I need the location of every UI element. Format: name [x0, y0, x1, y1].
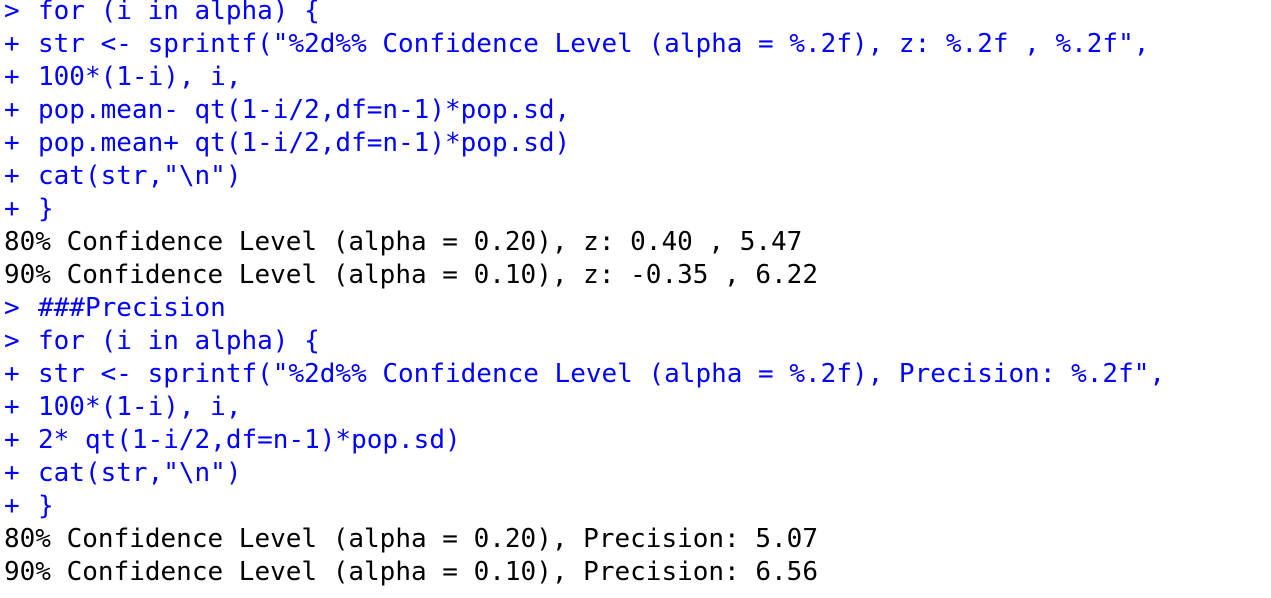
console-code-text: for (i in alpha) {	[38, 326, 320, 356]
console-input-line: +}	[4, 193, 1269, 226]
console-prompt: >	[4, 326, 20, 356]
console-continuation-prompt: +	[4, 29, 20, 59]
console-continuation-prompt: +	[4, 425, 20, 455]
console-input-line: > for (i in alpha) {	[4, 325, 1269, 358]
console-continuation-prompt: +	[4, 392, 20, 422]
console-output-text: 90% Confidence Level (alpha = 0.10), Pre…	[4, 557, 818, 587]
console-input-line: + str <- sprintf("%2d%% Confidence Level …	[4, 28, 1269, 61]
console-output-line: 80% Confidence Level (alpha = 0.20), z: …	[4, 226, 1269, 259]
console-input-line: > ###Precision	[4, 292, 1269, 325]
console-input-line: +}	[4, 490, 1269, 523]
console-input-line: + str <- sprintf("%2d%% Confidence Level …	[4, 358, 1269, 391]
console-code-text: for (i in alpha) {	[38, 0, 320, 26]
console-code-text: pop.mean+ qt(1-i/2,df=n-1)*pop.sd)	[38, 128, 571, 158]
console-code-text: str <- sprintf("%2d%% Confidence Level (…	[38, 359, 1166, 389]
console-code-text: }	[38, 194, 54, 224]
console-input-line: +2* qt(1-i/2,df=n-1)*pop.sd)	[4, 424, 1269, 457]
console-output-text: 80% Confidence Level (alpha = 0.20), z: …	[4, 227, 803, 257]
console-code-text: cat(str,"\n")	[38, 161, 242, 191]
console-input-line: +100*(1-i), i,	[4, 61, 1269, 94]
console-input-line: +100*(1-i), i,	[4, 391, 1269, 424]
console-input-line: + cat(str,"\n")	[4, 457, 1269, 490]
console-prompt: >	[4, 0, 20, 26]
console-code-text: 100*(1-i), i,	[38, 392, 242, 422]
console-input-line: > for (i in alpha) {	[4, 0, 1269, 28]
console-code-text: str <- sprintf("%2d%% Confidence Level (…	[38, 29, 1150, 59]
console-continuation-prompt: +	[4, 491, 20, 521]
console-output-text: 80% Confidence Level (alpha = 0.20), Pre…	[4, 524, 818, 554]
console-input-line: + pop.mean- qt(1-i/2,df=n-1)*pop.sd,	[4, 94, 1269, 127]
console-code-text: 100*(1-i), i,	[38, 62, 242, 92]
console-continuation-prompt: +	[4, 458, 20, 488]
console-code-text: ###Precision	[38, 293, 226, 323]
console-code-text: cat(str,"\n")	[38, 458, 242, 488]
console-prompt: >	[4, 293, 20, 323]
console-output-text: 90% Confidence Level (alpha = 0.10), z: …	[4, 260, 818, 290]
console-output-line: 90% Confidence Level (alpha = 0.10), z: …	[4, 259, 1269, 292]
console-code-text: 2* qt(1-i/2,df=n-1)*pop.sd)	[38, 425, 461, 455]
console-input-line: + cat(str,"\n")	[4, 160, 1269, 193]
console-continuation-prompt: +	[4, 95, 20, 125]
console-input-line: + pop.mean+ qt(1-i/2,df=n-1)*pop.sd)	[4, 127, 1269, 160]
console-continuation-prompt: +	[4, 161, 20, 191]
console-code-text: }	[38, 491, 54, 521]
console-continuation-prompt: +	[4, 359, 20, 389]
console-continuation-prompt: +	[4, 128, 20, 158]
r-console[interactable]: > for (i in alpha) { + str <- sprintf("%2d%…	[4, 0, 1269, 589]
console-code-text: pop.mean- qt(1-i/2,df=n-1)*pop.sd,	[38, 95, 571, 125]
console-output-line: 90% Confidence Level (alpha = 0.10), Pre…	[4, 556, 1269, 589]
console-output-line: 80% Confidence Level (alpha = 0.20), Pre…	[4, 523, 1269, 556]
console-continuation-prompt: +	[4, 194, 20, 224]
console-continuation-prompt: +	[4, 62, 20, 92]
